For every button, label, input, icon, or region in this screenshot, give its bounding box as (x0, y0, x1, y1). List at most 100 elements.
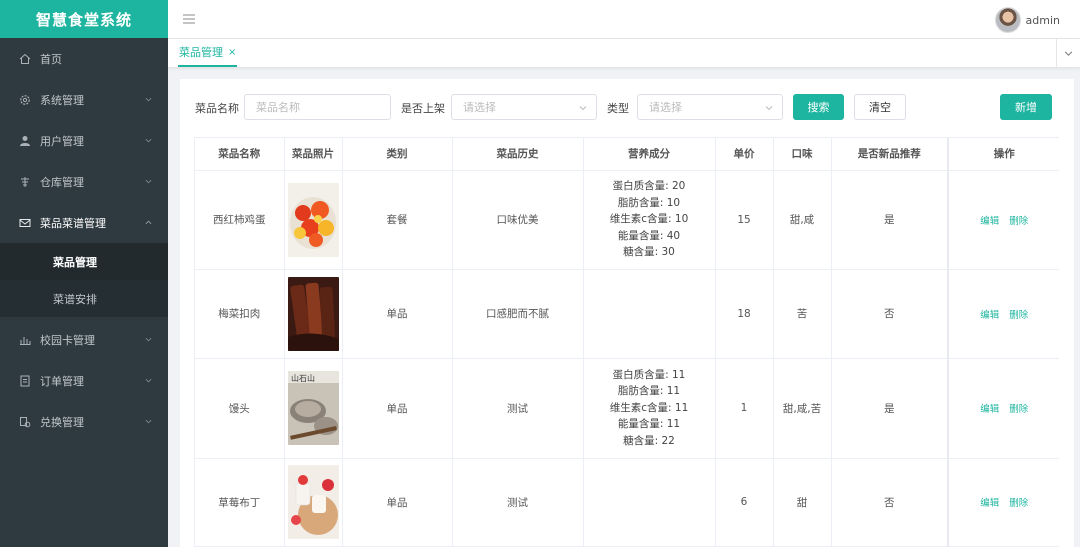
nutrition-line: 维生素c含量: 11 (609, 401, 689, 414)
nutrition-line: 蛋白质含量: 11 (612, 368, 686, 381)
nutrition-line: 能量含量: 40 (617, 229, 681, 242)
sidebar-item-label: 用户管理 (40, 134, 84, 148)
delete-link[interactable]: 删除 (1009, 216, 1028, 227)
hamburger-menu-icon[interactable] (183, 13, 195, 25)
price-cell: 6 (715, 458, 774, 547)
column-header: 营养成分 (583, 138, 716, 171)
clear-button[interactable]: 清空 (854, 94, 906, 120)
history-cell: 口味优美 (452, 170, 584, 270)
actions-cell: 编辑 删除 (947, 269, 1059, 359)
nutrition-line: 脂肪含量: 11 (617, 385, 681, 398)
nutrition-cell (583, 458, 716, 547)
dish-photo (287, 182, 339, 257)
type-select[interactable]: 请选择 (637, 94, 783, 120)
recommend-cell: 是 (831, 170, 949, 270)
edit-link[interactable]: 编辑 (980, 404, 999, 415)
actions-cell: 编辑 删除 (947, 358, 1059, 459)
tab-scroll-button[interactable] (1056, 39, 1080, 67)
dish-photo-cell (284, 458, 343, 547)
nutrition-line: 糖含量: 30 (623, 246, 675, 259)
sidebar-subitem-dish-management[interactable]: 菜品管理 (0, 243, 168, 280)
user-icon (18, 134, 32, 148)
dish-photo-cell: 山石山 (284, 358, 343, 459)
dish-photo (287, 465, 339, 539)
dish-name-label: 菜品名称 (195, 102, 239, 115)
nutrition-cell (583, 269, 716, 359)
dish-name-input[interactable]: 菜品名称 (244, 94, 391, 120)
tab-dish-management[interactable]: 菜品管理 × (178, 39, 238, 67)
nutrition-line: 糖含量: 22 (623, 434, 675, 447)
edit-link[interactable]: 编辑 (980, 310, 999, 321)
mail-icon (18, 216, 32, 230)
column-header: 操作 (947, 138, 1059, 171)
sidebar-item-label: 菜品菜谱管理 (40, 216, 106, 230)
sidebar-item-dish-recipe[interactable]: 菜品菜谱管理 (0, 202, 168, 243)
edit-link[interactable]: 编辑 (980, 498, 999, 509)
table-row: 西红柿鸡蛋 套餐 口味优美 蛋白质含量: 20 脂肪含量: 10 维生素c含量:… (195, 170, 1059, 270)
dish-photo-cell (284, 269, 343, 359)
onsale-label: 是否上架 (401, 102, 445, 115)
delete-link[interactable]: 删除 (1009, 498, 1028, 509)
chevron-down-icon (145, 179, 152, 183)
type-placeholder: 请选择 (649, 101, 682, 114)
sidebar-item-users[interactable]: 用户管理 (0, 120, 168, 161)
sidebar: 智慧食堂系统 首页 系统管理 用户管理 仓库管理 菜品菜谱管理 菜品管理 菜谱安… (0, 0, 168, 547)
category-cell: 单品 (342, 458, 453, 547)
home-icon (18, 52, 32, 66)
nutrition-line: 蛋白质含量: 20 (612, 180, 686, 193)
recommend-cell: 否 (831, 269, 949, 359)
taste-cell: 苦 (773, 269, 832, 359)
chevron-up-icon (145, 220, 152, 224)
table-row: 梅菜扣肉 单品 口感肥而不腻 18 苦 否 编辑 删除 (195, 269, 1059, 359)
dish-name-cell: 馒头 (195, 358, 285, 459)
column-header: 菜品名称 (195, 138, 285, 171)
delete-link[interactable]: 删除 (1009, 404, 1028, 415)
delete-link[interactable]: 删除 (1009, 310, 1028, 321)
taste-cell: 甜,咸 (773, 170, 832, 270)
table-row: 草莓布丁 单品 测试 6 甜 否 编辑 删除 (195, 458, 1059, 547)
chevron-down-icon (145, 337, 152, 341)
dish-name-placeholder: 菜品名称 (256, 101, 300, 114)
sidebar-item-warehouse[interactable]: 仓库管理 (0, 161, 168, 202)
category-cell: 套餐 (342, 170, 453, 270)
svg-text:山石山: 山石山 (291, 373, 315, 383)
type-label: 类型 (607, 102, 629, 115)
history-cell: 测试 (452, 458, 584, 547)
dish-name-cell: 西红柿鸡蛋 (195, 170, 285, 270)
bar-chart-icon (18, 333, 32, 347)
column-header: 菜品照片 (284, 138, 343, 171)
avatar[interactable] (994, 7, 1021, 33)
actions-cell: 编辑 删除 (947, 458, 1059, 547)
sidebar-item-system[interactable]: 系统管理 (0, 79, 168, 120)
dish-name-cell: 梅菜扣肉 (195, 269, 285, 359)
chevron-down-icon (145, 138, 152, 142)
chevron-down-icon (1064, 50, 1073, 56)
username: admin (1025, 13, 1060, 27)
taste-cell: 甜 (773, 458, 832, 547)
edit-link[interactable]: 编辑 (980, 216, 999, 227)
search-button[interactable]: 搜索 (793, 94, 844, 120)
sidebar-item-label: 仓库管理 (40, 175, 84, 189)
add-button[interactable]: 新增 (1000, 94, 1052, 120)
sidebar-item-label: 首页 (40, 52, 62, 66)
price-cell: 1 (715, 358, 774, 459)
gear-icon (18, 93, 32, 107)
chevron-down-icon (145, 97, 152, 101)
close-icon[interactable]: × (228, 47, 236, 58)
sidebar-item-orders[interactable]: 订单管理 (0, 360, 168, 401)
top-header: admin (168, 0, 1080, 39)
sidebar-subitem-recipe-schedule[interactable]: 菜谱安排 (0, 280, 168, 317)
column-header: 菜品历史 (452, 138, 584, 171)
onsale-select[interactable]: 请选择 (451, 94, 597, 120)
sidebar-item-label: 系统管理 (40, 93, 84, 107)
nutrition-line: 能量含量: 11 (617, 418, 681, 431)
sidebar-item-home[interactable]: 首页 (0, 38, 168, 79)
user-menu[interactable]: admin (994, 7, 1060, 33)
exchange-icon (18, 415, 32, 429)
chevron-down-icon (765, 106, 773, 111)
sidebar-item-label: 兑换管理 (40, 415, 84, 429)
price-cell: 18 (715, 269, 774, 359)
sidebar-item-exchange[interactable]: 兑换管理 (0, 401, 168, 442)
sidebar-item-campus-card[interactable]: 校园卡管理 (0, 319, 168, 360)
history-cell: 口感肥而不腻 (452, 269, 584, 359)
